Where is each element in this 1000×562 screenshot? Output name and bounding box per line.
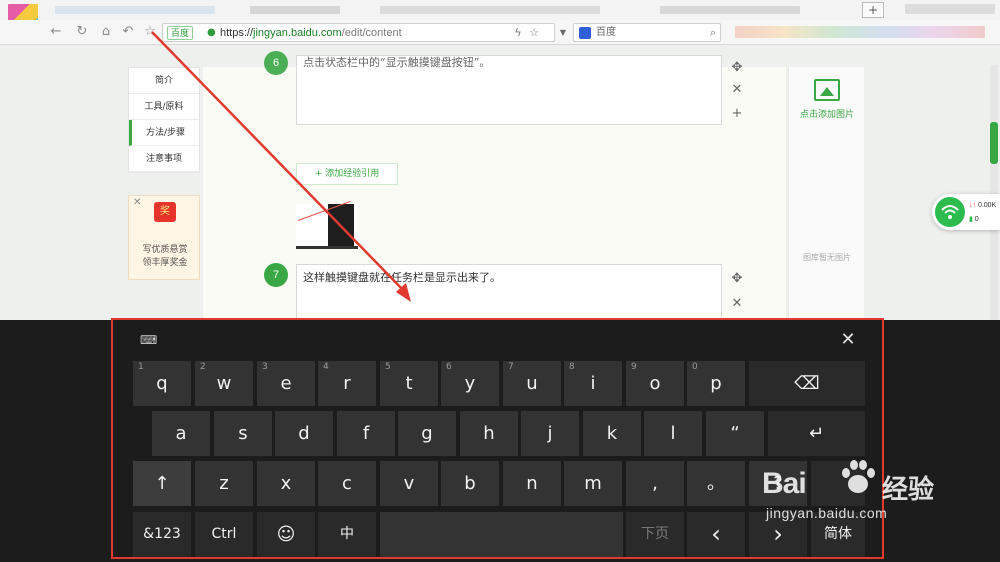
reward-ad[interactable]: ✕ 奖 写优质悬赏 领丰厚奖金: [128, 195, 200, 280]
favorite-icon[interactable]: ☆: [142, 24, 158, 40]
dropdown-icon[interactable]: ▼: [557, 23, 569, 42]
home-icon[interactable]: ⌂: [98, 24, 114, 40]
blurred-tab: [55, 6, 215, 14]
reward-text-line2: 领丰厚奖金: [142, 258, 188, 268]
page-content: 简介 工具/原料 方法/步骤 注意事项 ✕ 奖 写优质悬赏 领丰厚奖金 点击状态…: [0, 45, 1000, 322]
step-number-badge: 6: [264, 51, 288, 75]
move-icon[interactable]: ✥: [730, 272, 744, 286]
reward-text-line1: 写优质悬赏: [142, 245, 188, 255]
reward-badge: 奖: [154, 202, 176, 222]
undo-close-icon[interactable]: ↶: [120, 24, 136, 40]
blurred-tab: [380, 6, 600, 14]
page-scrollbar[interactable]: [990, 65, 998, 320]
reward-text: 写优质悬赏 领丰厚奖金: [129, 244, 201, 270]
lightning-icon[interactable]: ϟ: [511, 25, 525, 41]
step-text: 点击状态栏中的“显示触摸键盘按钮”。: [303, 56, 491, 69]
address-url[interactable]: https://jingyan.baidu.com/edit/content: [220, 25, 402, 41]
thumbnail-taskbar: [296, 246, 358, 249]
blurred-extensions: [735, 26, 985, 38]
network-speed-widget[interactable]: ↓↑ 0.00K ▮ 0: [932, 194, 1000, 230]
close-icon[interactable]: ✕: [133, 197, 141, 208]
refresh-icon[interactable]: ↻: [74, 24, 90, 40]
add-reference-button[interactable]: + 添加经验引用: [296, 163, 398, 185]
scrollbar-thumb[interactable]: [990, 122, 998, 164]
url-host: jingyan.baidu.com: [253, 27, 342, 39]
url-path: /edit/content: [341, 27, 402, 39]
tab-bar: +: [0, 0, 1000, 40]
upload-speed-value: 0.00K: [977, 202, 997, 209]
address-bar[interactable]: 百度 ● https://jingyan.baidu.com/edit/cont…: [162, 23, 555, 42]
nav-item-steps[interactable]: 方法/步骤: [129, 120, 199, 146]
wifi-icon: [935, 197, 965, 227]
step-text-box[interactable]: 点击状态栏中的“显示触摸键盘按钮”。: [296, 55, 722, 125]
step-editor: 点击状态栏中的“显示触摸键盘按钮”。 6 ✥ ✕ + + 添加经验引用 7 这样…: [203, 51, 786, 322]
image-panel: 点击添加图片 图库暂无图片: [788, 67, 864, 320]
search-box[interactable]: 百度 ⌕: [573, 23, 721, 42]
device-count-value: 0: [974, 216, 979, 223]
browser-toolbar: ← ↻ ⌂ ↶ ☆ 百度 ● https://jingyan.baidu.com…: [0, 20, 1000, 45]
nav-item-intro[interactable]: 简介: [129, 68, 199, 94]
step-number-badge: 7: [264, 263, 288, 287]
step-text: 这样触摸键盘就在任务栏是显示出来了。: [303, 271, 501, 284]
move-icon[interactable]: ✥: [730, 61, 744, 75]
thumbnail-dark-panel: [328, 204, 354, 246]
gallery-empty-label: 图库暂无图片: [803, 253, 851, 262]
device-count: ▮ 0: [969, 215, 979, 223]
step-nav: 简介 工具/原料 方法/步骤 注意事项: [128, 67, 200, 173]
add-icon[interactable]: +: [730, 107, 744, 121]
lock-icon: ●: [207, 27, 216, 38]
delete-icon[interactable]: ✕: [730, 297, 744, 311]
nav-item-notes[interactable]: 注意事项: [129, 146, 199, 172]
screenshot-root: + ← ↻ ⌂ ↶ ☆ 百度 ● https://jingyan.baidu.c…: [0, 0, 1000, 562]
site-badge: 百度: [167, 26, 194, 40]
delete-icon[interactable]: ✕: [730, 83, 744, 97]
search-icon[interactable]: ⌕: [710, 25, 716, 41]
step-text-box[interactable]: 这样触摸键盘就在任务栏是显示出来了。: [296, 264, 722, 322]
star-icon[interactable]: ☆: [527, 25, 541, 41]
search-engine-label: 百度: [596, 27, 616, 38]
add-picture-icon[interactable]: [814, 79, 840, 101]
highlight-box: [111, 318, 884, 559]
blurred-tab: [660, 6, 800, 14]
baidu-logo-icon: [579, 27, 591, 39]
add-picture-label[interactable]: 点击添加图片: [789, 107, 865, 120]
back-icon[interactable]: ←: [48, 24, 64, 40]
wifi-glyph: [941, 205, 959, 219]
upload-speed: ↓↑ 0.00K: [969, 202, 996, 209]
window-controls[interactable]: [905, 4, 995, 14]
step-image-thumbnail[interactable]: [296, 200, 358, 249]
new-tab-button[interactable]: +: [862, 2, 884, 18]
upload-arrow-icon: ↓↑: [969, 202, 978, 209]
nav-item-tools[interactable]: 工具/原料: [129, 94, 199, 120]
url-scheme: https://: [220, 27, 254, 39]
blurred-tab: [250, 6, 340, 14]
